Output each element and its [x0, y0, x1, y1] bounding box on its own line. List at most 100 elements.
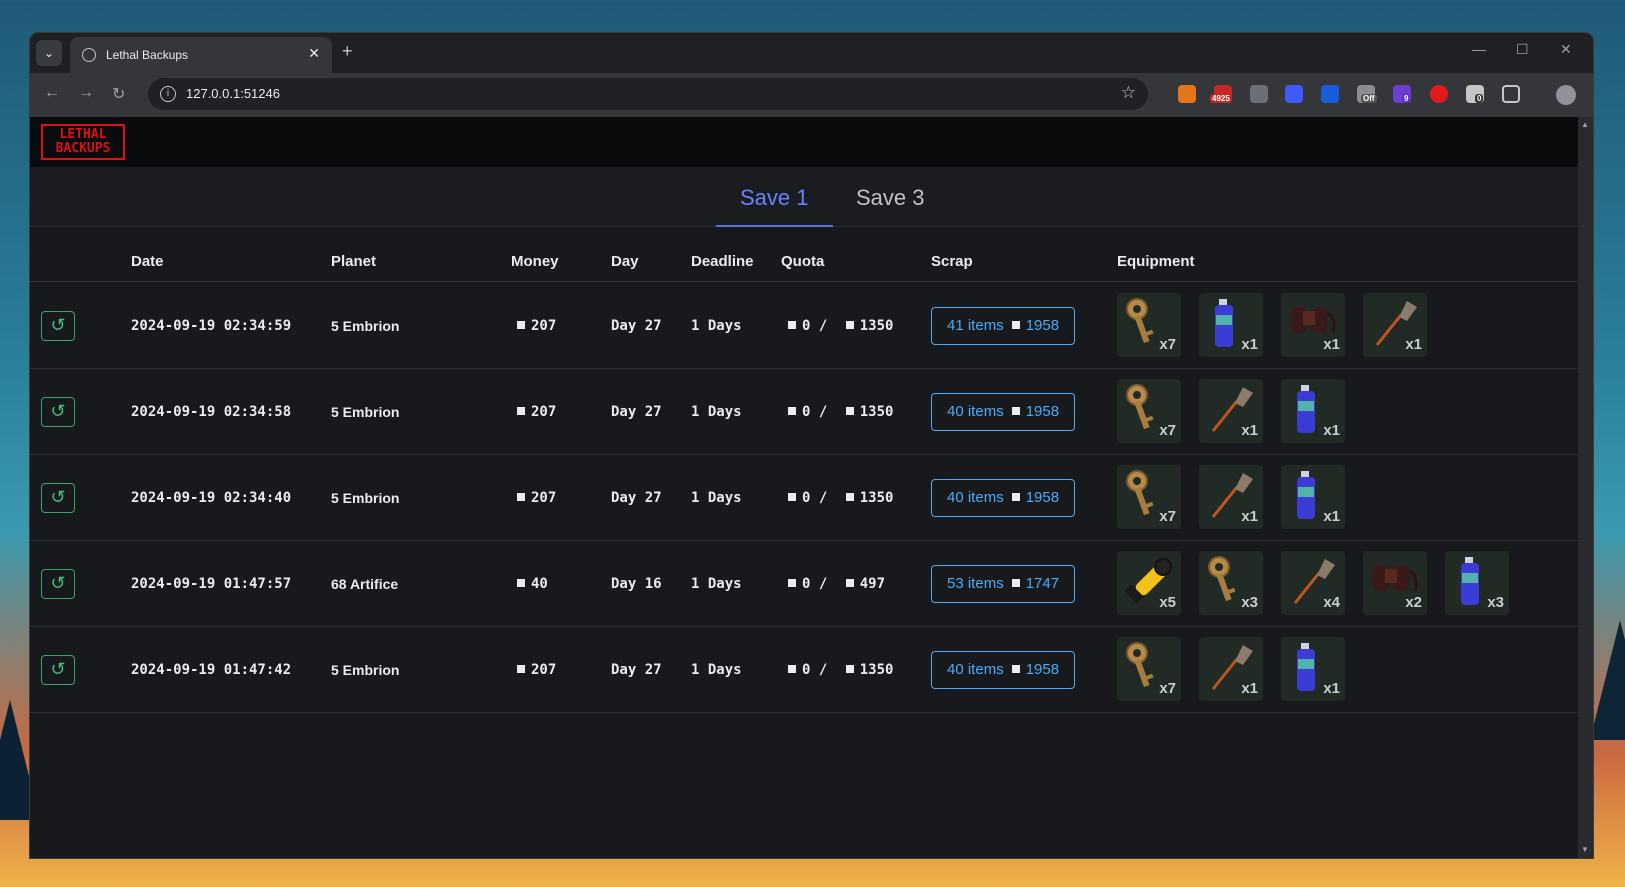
extension-badge: 4925 [1210, 94, 1232, 103]
equipment-slot: x2 [1363, 551, 1427, 615]
scrap-items-button[interactable]: 40 items 1958 [931, 651, 1076, 689]
purple-extension-icon[interactable]: 9 [1393, 85, 1411, 103]
credits-icon [788, 407, 796, 415]
restore-backup-button[interactable]: ↺ [41, 569, 75, 599]
row-deadline: 1 Days [691, 318, 742, 334]
forward-button[interactable]: → [78, 84, 94, 102]
site-info-icon[interactable]: i [160, 86, 176, 102]
youtube-extension-icon[interactable] [1430, 85, 1448, 103]
equipment-slot: x1 [1281, 379, 1345, 443]
col-deadline: Deadline [691, 253, 754, 270]
table-row: ↺ 2024-09-19 02:34:59 5 Embrion 207 Day 27 1 … [30, 283, 1578, 369]
credits-icon [845, 579, 854, 587]
credits-icon [788, 665, 796, 673]
toggle-extension-icon[interactable]: Off [1357, 85, 1377, 103]
scrap-items-button[interactable]: 41 items 1958 [931, 307, 1076, 345]
restore-backup-button[interactable]: ↺ [41, 311, 75, 341]
back-button[interactable]: ← [44, 84, 60, 102]
restore-backup-button[interactable]: ↺ [41, 655, 75, 685]
scrap-items-button[interactable]: 53 items 1747 [931, 565, 1076, 603]
row-planet: 5 Embrion [331, 662, 400, 678]
equipment-qty: x1 [1241, 508, 1258, 525]
row-quota: 0 / 1350 [788, 490, 893, 506]
col-money: Money [511, 253, 559, 270]
scrap-items-button[interactable]: 40 items 1958 [931, 479, 1076, 517]
logo-line-1: LETHAL [59, 127, 107, 142]
table-row: ↺ 2024-09-19 02:34:40 5 Embrion 207 Day 27 1 … [30, 455, 1578, 541]
credits-icon [517, 493, 525, 501]
address-bar[interactable]: i 127.0.0.1:51246 ☆ [148, 78, 1148, 110]
row-quota: 0 / 1350 [788, 662, 893, 678]
new-tab-button[interactable]: + [342, 41, 353, 62]
scrap-items-button[interactable]: 40 items 1958 [931, 393, 1076, 431]
tab-save-1[interactable]: Save 1 [716, 185, 833, 227]
maximize-button[interactable]: ☐ [1516, 41, 1529, 58]
row-money: 207 [517, 490, 556, 506]
bookmark-star-icon[interactable]: ☆ [1121, 83, 1136, 103]
restore-backup-button[interactable]: ↺ [41, 483, 75, 513]
credits-icon [845, 665, 854, 673]
credits-icon [788, 321, 796, 329]
equipment-qty: x2 [1405, 594, 1422, 611]
row-date: 2024-09-19 01:47:42 [131, 662, 292, 678]
wallpaper-tree [1590, 620, 1625, 740]
quota-current: 0 [802, 404, 811, 420]
ublock-extension-icon[interactable] [1250, 85, 1268, 103]
row-deadline: 1 Days [691, 662, 742, 678]
credits-icon [517, 579, 525, 587]
scroll-down-icon[interactable]: ▼ [1581, 845, 1589, 854]
credits-icon [845, 493, 854, 501]
row-day: Day 16 [611, 576, 662, 592]
equipment-slot: x1 [1281, 293, 1345, 357]
money-value: 207 [531, 404, 557, 420]
equipment-slot: x3 [1445, 551, 1509, 615]
quota-separator: / [818, 576, 828, 592]
browser-tab[interactable]: Lethal Backups ✕ [70, 37, 332, 73]
scrap-items-count: 41 items [947, 317, 1004, 334]
page-viewport: LETHAL BACKUPS Save 1 Save 3 Date Planet… [30, 117, 1578, 858]
url-text: 127.0.0.1:51246 [186, 86, 280, 101]
row-planet: 68 Artifice [331, 576, 399, 592]
metamask-extension-icon[interactable] [1178, 85, 1196, 103]
money-value: 207 [531, 490, 557, 506]
profile-avatar[interactable] [1556, 85, 1576, 105]
quota-separator: / [818, 490, 828, 506]
scrap-value: 1747 [1025, 575, 1060, 592]
equipment-slot: x1 [1281, 637, 1345, 701]
extension-badge: Off [1361, 94, 1377, 103]
minimize-button[interactable]: — [1472, 41, 1486, 57]
mail-extension-icon[interactable]: 4925 [1210, 85, 1232, 103]
row-date: 2024-09-19 01:47:57 [131, 576, 292, 592]
restore-backup-button[interactable]: ↺ [41, 397, 75, 427]
page-scrollbar[interactable]: ▲ ▼ [1578, 117, 1593, 858]
equipment-qty: x7 [1159, 680, 1176, 697]
tab-search-button[interactable]: ⌄ [36, 40, 62, 66]
reload-button[interactable]: ↻ [112, 84, 125, 104]
scroll-up-icon[interactable]: ▲ [1581, 120, 1589, 129]
row-money: 207 [517, 662, 556, 678]
bitwarden-extension-icon[interactable] [1321, 85, 1339, 103]
scrap-items-count: 53 items [947, 575, 1004, 592]
equipment-slot: x4 [1281, 551, 1345, 615]
credits-icon [845, 321, 854, 329]
equipment-slot: x1 [1199, 293, 1263, 357]
css-extension-icon[interactable] [1285, 85, 1303, 103]
quota-current: 0 [802, 318, 811, 334]
equipment-slot: x7 [1117, 293, 1181, 357]
close-window-button[interactable]: ✕ [1560, 41, 1572, 58]
scrap-items-count: 40 items [947, 661, 1004, 678]
equipment-slot: x5 [1117, 551, 1181, 615]
equipment-qty: x1 [1323, 508, 1340, 525]
equipment-qty: x1 [1323, 680, 1340, 697]
table-row: ↺ 2024-09-19 01:47:57 68 Artifice 40 Day 16 1… [30, 541, 1578, 627]
close-tab-icon[interactable]: ✕ [308, 45, 320, 62]
equipment-slot: x1 [1199, 637, 1263, 701]
extensions-puzzle-icon[interactable] [1502, 85, 1520, 103]
quota-current: 0 [802, 576, 811, 592]
tab-save-3[interactable]: Save 3 [832, 185, 949, 227]
row-day: Day 27 [611, 404, 662, 420]
app-header: LETHAL BACKUPS [30, 117, 1578, 167]
col-planet: Planet [331, 253, 377, 270]
quota-current: 0 [802, 662, 811, 678]
home-extension-icon[interactable]: 0 [1466, 85, 1484, 103]
